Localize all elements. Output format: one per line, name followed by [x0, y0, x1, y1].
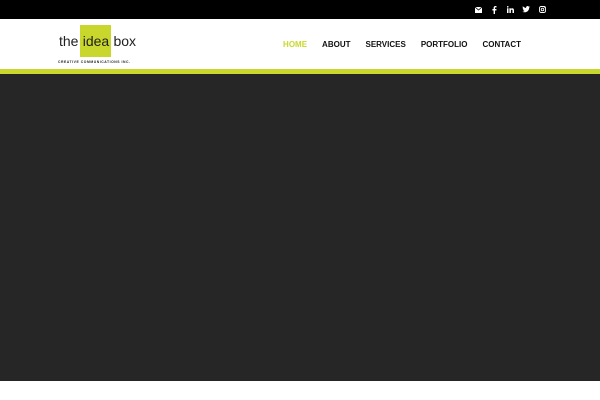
logo-word-idea: idea: [82, 33, 110, 49]
logo-word-the: the: [59, 33, 79, 49]
facebook-icon[interactable]: [486, 0, 502, 19]
main-nav: HOME ABOUT SERVICES PORTFOLIO CONTACT: [268, 19, 521, 69]
logo-wordmark: the idea box: [58, 25, 136, 57]
nav-item-services[interactable]: SERVICES: [366, 40, 406, 49]
site-logo[interactable]: the idea box CREATIVE COMMUNICATIONS INC…: [58, 25, 138, 65]
nav-item-about[interactable]: ABOUT: [322, 40, 350, 49]
logo-highlight-box: idea: [80, 25, 112, 57]
hero-section: [0, 74, 600, 381]
social-links: [470, 0, 550, 19]
twitter-icon[interactable]: [518, 0, 534, 19]
instagram-icon[interactable]: [534, 0, 550, 19]
nav-item-home[interactable]: HOME: [283, 40, 307, 49]
nav-item-portfolio[interactable]: PORTFOLIO: [421, 40, 468, 49]
logo-word-box: box: [113, 33, 137, 49]
linkedin-icon[interactable]: [502, 0, 518, 19]
logo-tagline: CREATIVE COMMUNICATIONS INC.: [58, 60, 131, 64]
envelope-icon[interactable]: [470, 0, 486, 19]
site-header: the idea box CREATIVE COMMUNICATIONS INC…: [0, 19, 600, 69]
top-bar: [0, 0, 600, 19]
nav-item-contact[interactable]: CONTACT: [482, 40, 521, 49]
